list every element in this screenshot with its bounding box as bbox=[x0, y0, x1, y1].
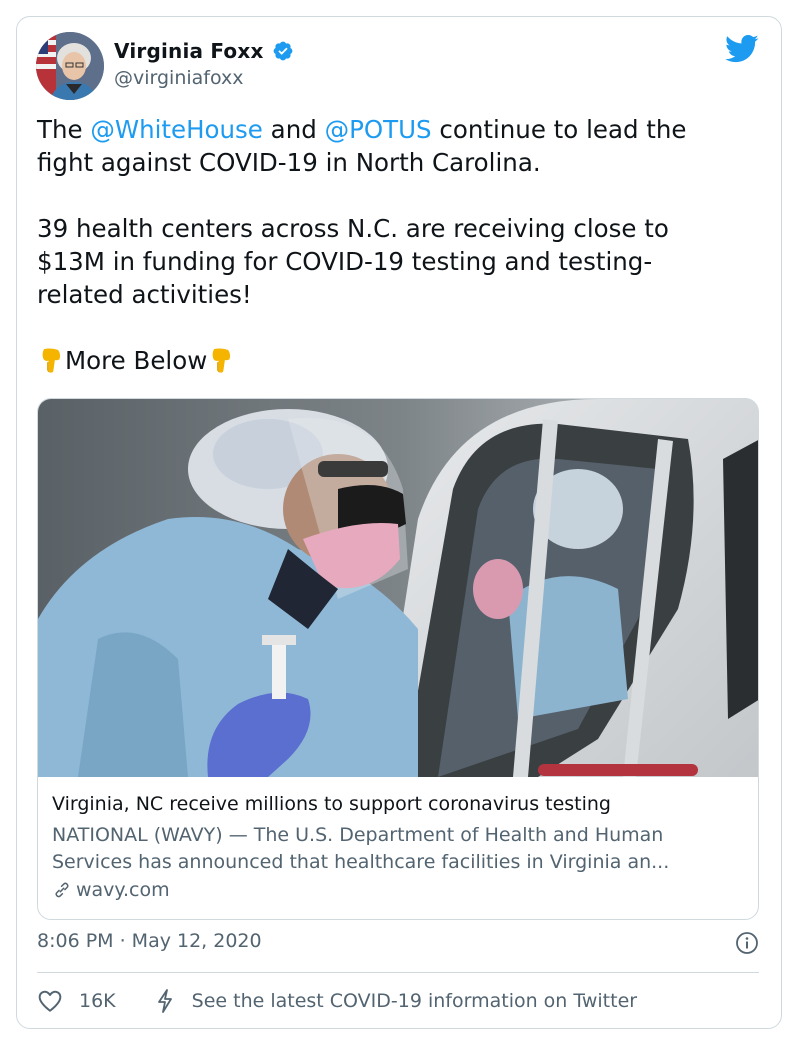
tweet-text-fragment: continue to lead the bbox=[431, 115, 687, 144]
tweet-line: $13M in funding for COVID-19 testing and… bbox=[37, 247, 653, 276]
like-count[interactable]: 16K bbox=[79, 990, 116, 1012]
description-line: NATIONAL (WAVY) — The U.S. Department of… bbox=[52, 824, 664, 846]
divider bbox=[37, 972, 759, 973]
tweet-actions: 16K See the latest COVID-19 information … bbox=[37, 986, 637, 1016]
link-card-description: NATIONAL (WAVY) — The U.S. Department of… bbox=[52, 822, 752, 876]
profile-photo bbox=[36, 32, 104, 100]
twitter-bird-icon[interactable] bbox=[725, 34, 759, 64]
tweet-line: 39 health centers across N.C. are receiv… bbox=[37, 214, 669, 243]
tweet-text-fragment: and bbox=[262, 115, 325, 144]
tweet-line: fight against COVID-19 in North Carolina… bbox=[37, 148, 541, 177]
article-image[interactable] bbox=[38, 399, 759, 777]
link-card-domain: wavy.com bbox=[76, 879, 170, 901]
verified-badge-icon bbox=[273, 41, 293, 61]
heart-icon[interactable] bbox=[37, 989, 63, 1013]
tweet-line: related activities! bbox=[37, 280, 252, 309]
author-handle[interactable]: @virginiafoxx bbox=[114, 67, 244, 89]
link-preview-card[interactable]: Virginia, NC receive millions to support… bbox=[37, 398, 759, 920]
pointing-down-emoji-icon bbox=[212, 348, 231, 373]
tweet-line: More Below bbox=[37, 344, 767, 377]
more-below-text: More Below bbox=[65, 346, 208, 375]
link-icon bbox=[55, 882, 69, 898]
link-card-title[interactable]: Virginia, NC receive millions to support… bbox=[52, 793, 611, 815]
link-card-domain-row[interactable]: wavy.com bbox=[52, 877, 170, 903]
pointing-down-emoji-icon bbox=[42, 348, 61, 373]
lightning-bolt-icon bbox=[157, 989, 172, 1013]
description-line: Services has announced that healthcare f… bbox=[52, 851, 670, 873]
mention-potus[interactable]: @POTUS bbox=[325, 115, 432, 144]
info-icon[interactable] bbox=[735, 931, 759, 955]
covid-info-link[interactable]: See the latest COVID-19 information on T… bbox=[192, 990, 637, 1012]
mention-whitehouse[interactable]: @WhiteHouse bbox=[90, 115, 263, 144]
tweet-timestamp[interactable]: 8:06 PM · May 12, 2020 bbox=[37, 930, 262, 952]
tweet-text: The @WhiteHouse and @POTUS continue to l… bbox=[37, 113, 767, 377]
tweet-line: The @WhiteHouse and @POTUS continue to l… bbox=[37, 113, 767, 146]
tweet-text-fragment: The bbox=[37, 115, 91, 144]
author-name[interactable]: Virginia Foxx bbox=[114, 39, 264, 63]
avatar[interactable] bbox=[36, 32, 104, 100]
